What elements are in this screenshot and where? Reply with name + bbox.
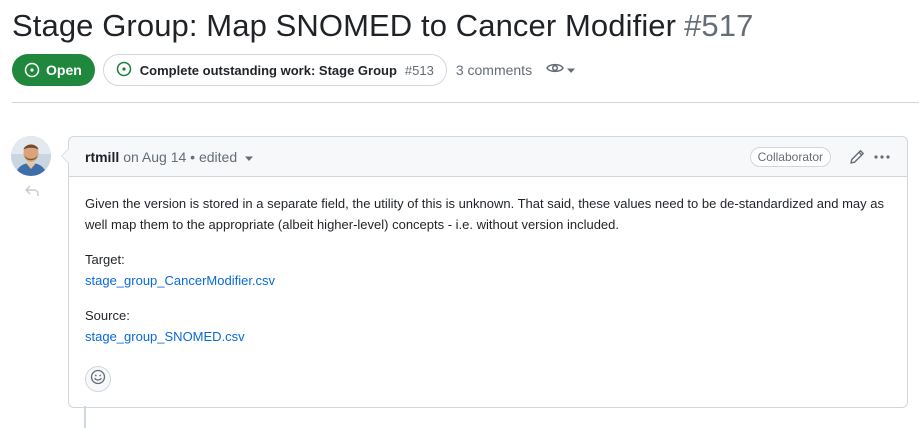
comment-paragraph: Given the version is stored in a separat… [85,196,884,232]
comment-timestamp[interactable]: on Aug 14 • edited [123,149,237,165]
comments-count[interactable]: 3 comments [456,62,532,78]
issue-opened-icon [116,61,132,80]
source-label: Source: [85,308,130,323]
source-block: Source: stage_group_SNOMED.csv [85,305,891,347]
state-badge: Open [12,54,95,86]
avatar[interactable] [11,136,51,176]
tracked-in-number: #513 [404,62,434,78]
target-block: Target: stage_group_CancerModifier.csv [85,249,891,291]
watch-menu-button[interactable] [546,61,576,80]
target-label: Target: [85,252,125,267]
smiley-icon [90,369,106,390]
tracked-in-pill[interactable]: Complete outstanding work: Stage Group #5… [102,54,447,86]
target-file-link[interactable]: stage_group_CancerModifier.csv [85,273,275,288]
comment-box: rtmill on Aug 14 • edited Collaborator G… [61,136,908,408]
issue-title-text: Stage Group: Map SNOMED to Cancer Modifi… [12,8,677,43]
comment-header: rtmill on Aug 14 • edited Collaborator [69,137,907,177]
reply-icon [25,184,39,202]
comment-body: Given the version is stored in a separat… [69,177,907,347]
comment-author[interactable]: rtmill [85,149,119,165]
header-divider [12,102,919,103]
pencil-icon[interactable] [849,149,865,165]
timeline-line [84,406,86,428]
chevron-down-icon [567,61,576,79]
issue-number: #517 [684,8,754,43]
state-label: Open [46,62,82,78]
kebab-menu-icon[interactable] [873,149,891,165]
eye-icon [546,61,564,80]
issue-meta: Open Complete outstanding work: Stage Gr… [12,54,576,86]
edits-dropdown[interactable] [245,149,254,165]
chevron-down-icon [245,149,254,165]
tracked-in-label: Complete outstanding work: Stage Group [139,62,397,78]
add-reaction-button[interactable] [85,366,111,392]
issue-opened-icon [24,62,40,78]
issue-title: Stage Group: Map SNOMED to Cancer Modifi… [12,8,753,44]
source-file-link[interactable]: stage_group_SNOMED.csv [85,329,245,344]
role-badge: Collaborator [749,146,831,167]
